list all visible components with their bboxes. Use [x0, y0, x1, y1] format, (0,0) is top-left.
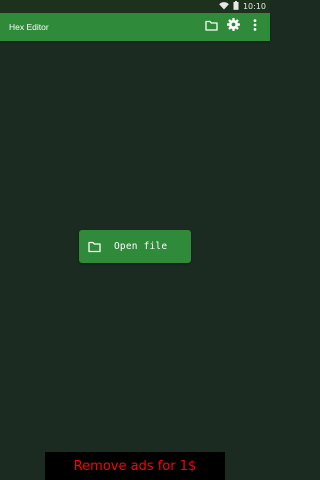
status-icons: 10:10: [219, 1, 266, 12]
settings-button[interactable]: [222, 13, 244, 41]
battery-icon: [233, 1, 239, 12]
status-bar: 10:10: [0, 0, 270, 13]
open-file-label: Open file: [114, 241, 168, 252]
folder-icon: [204, 18, 218, 36]
more-options-button[interactable]: [244, 13, 266, 41]
gear-icon: [226, 18, 240, 36]
app-bar: Hex Editor: [0, 13, 270, 41]
folder-icon: [88, 240, 101, 253]
remove-ads-banner[interactable]: Remove ads for 1$: [45, 452, 225, 480]
wifi-icon: [219, 1, 229, 12]
open-file-button[interactable]: Open file: [79, 230, 191, 263]
open-folder-button[interactable]: [200, 13, 222, 41]
status-time: 10:10: [242, 2, 266, 11]
app-title: Hex Editor: [9, 22, 49, 32]
more-vert-icon: [253, 18, 257, 36]
remove-ads-text: Remove ads for 1$: [73, 459, 197, 474]
app-bar-actions: [200, 13, 266, 41]
